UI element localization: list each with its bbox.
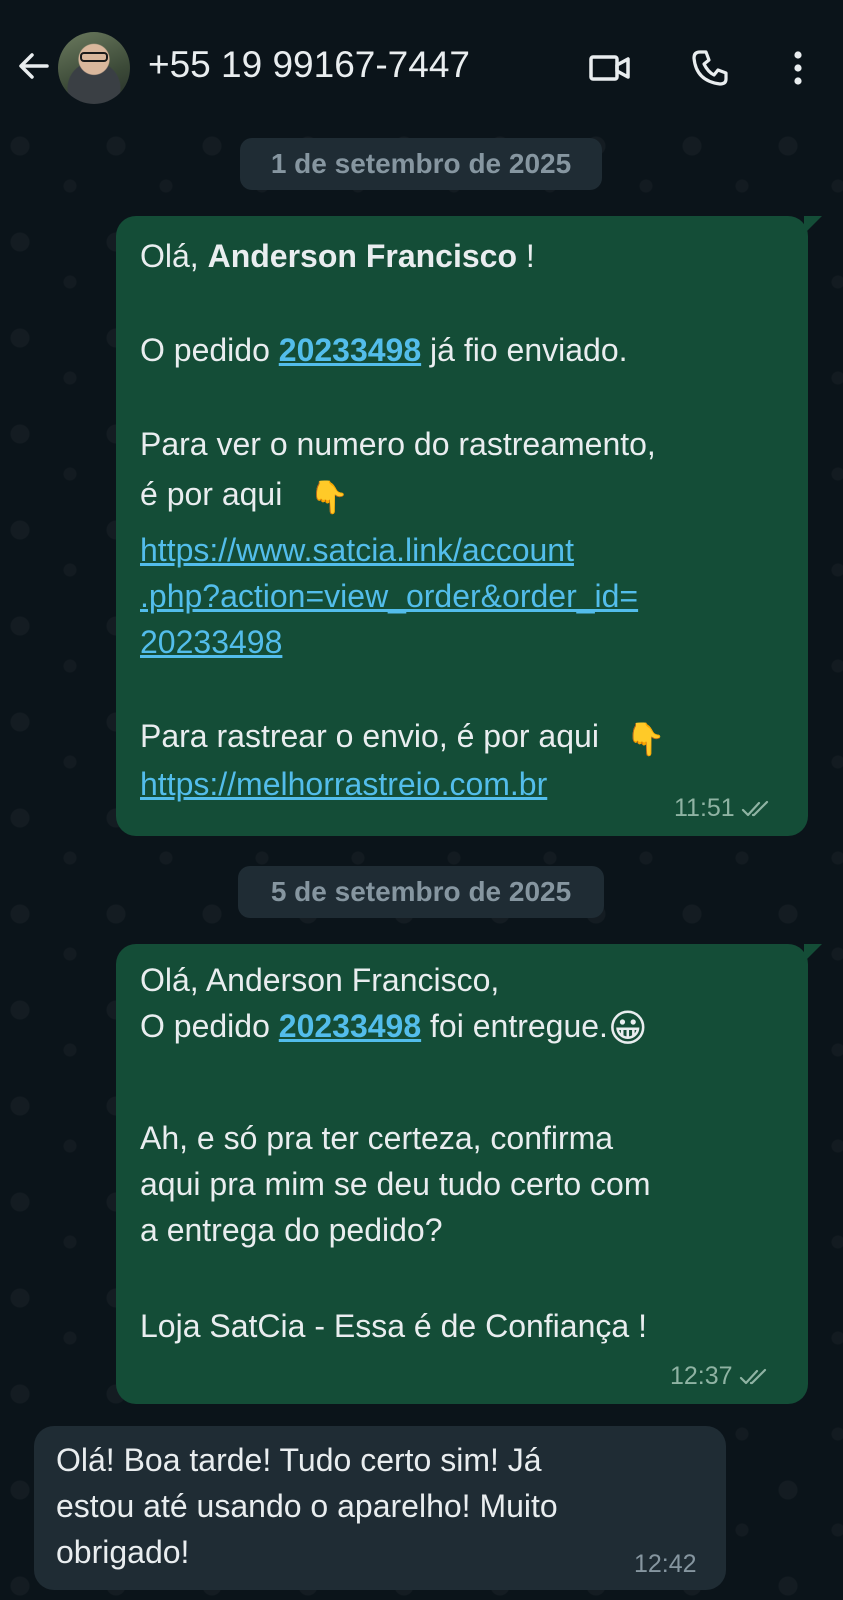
text: já fio enviado. — [421, 332, 628, 368]
text: é por aqui — [140, 476, 283, 512]
text: foi entregue. — [421, 1008, 608, 1044]
shipment-link[interactable]: https://melhorrastreio.com.br — [140, 764, 547, 804]
order-number-link[interactable]: 20233498 — [279, 1008, 421, 1044]
message-line: a entrega do pedido? — [140, 1212, 443, 1248]
message-line: Olá, Anderson Francisco ! — [140, 236, 535, 276]
tracking-link[interactable]: 20233498 — [140, 622, 282, 662]
message-line: O pedido 20233498 já fio enviado. — [140, 330, 628, 370]
customer-name: Anderson Francisco — [207, 238, 517, 274]
contact-name[interactable]: +55 19 99167-7447 — [148, 44, 470, 86]
chat-header: +55 19 99167-7447 — [0, 0, 843, 126]
double-check-icon — [739, 1368, 766, 1384]
tracking-link[interactable]: https://www.satcia.link/account — [140, 530, 574, 570]
text: Olá, — [140, 238, 208, 274]
order-number-link[interactable]: 20233498 — [279, 332, 421, 368]
text: O pedido — [140, 332, 279, 368]
video-call-icon[interactable] — [588, 46, 632, 90]
message-line: Olá! Boa tarde! Tudo certo sim! Já — [56, 1442, 542, 1478]
more-options-icon[interactable] — [776, 46, 820, 90]
message-line: aqui pra mim se deu tudo certo com — [140, 1166, 651, 1202]
message-time: 11:51 — [674, 794, 735, 822]
message-line: estou até usando o aparelho! Muito — [56, 1488, 558, 1524]
date-chip: 1 de setembro de 2025 — [240, 138, 602, 190]
message-line: Olá, Anderson Francisco, — [140, 962, 500, 998]
text: Para rastrear o envio, é por aqui — [140, 718, 599, 754]
text: ! — [516, 238, 535, 274]
grinning-face-emoji-icon: 😀 — [607, 1007, 648, 1050]
back-arrow-icon[interactable] — [14, 46, 54, 86]
message-meta: 12:37 — [670, 1362, 769, 1391]
avatar[interactable] — [58, 32, 130, 104]
message-line: Para rastrear o envio, é por aqui 👇 — [140, 716, 665, 759]
message-line: Para ver o numero do rastreamento, — [140, 426, 656, 462]
phone-icon[interactable] — [688, 46, 732, 90]
date-chip: 5 de setembro de 2025 — [238, 866, 604, 918]
message-line: obrigado! — [56, 1534, 190, 1570]
message-time: 12:42 — [634, 1550, 697, 1578]
pointing-down-emoji-icon: 👇 — [625, 720, 666, 757]
message-line: é por aqui 👇 — [140, 474, 349, 517]
text: O pedido — [140, 1008, 279, 1044]
outgoing-message[interactable]: Olá, Anderson Francisco ! O pedido 20233… — [116, 216, 822, 836]
message-time: 12:37 — [670, 1362, 733, 1390]
message-line: O pedido 20233498 foi entregue.😀 — [140, 1006, 648, 1049]
pointing-down-emoji-icon: 👇 — [309, 478, 349, 515]
double-check-icon — [741, 800, 768, 816]
message-line: Loja SatCia - Essa é de Confiança ! — [140, 1308, 647, 1344]
message-line: Ah, e só pra ter certeza, confirma — [140, 1120, 614, 1156]
incoming-message[interactable]: Olá! Boa tarde! Tudo certo sim! Já estou… — [34, 1426, 726, 1590]
outgoing-message[interactable]: Olá, Anderson Francisco, O pedido 202334… — [116, 944, 822, 1404]
message-meta: 11:51 — [674, 794, 771, 823]
tracking-link[interactable]: .php?action=view_order&order_id= — [140, 576, 638, 616]
